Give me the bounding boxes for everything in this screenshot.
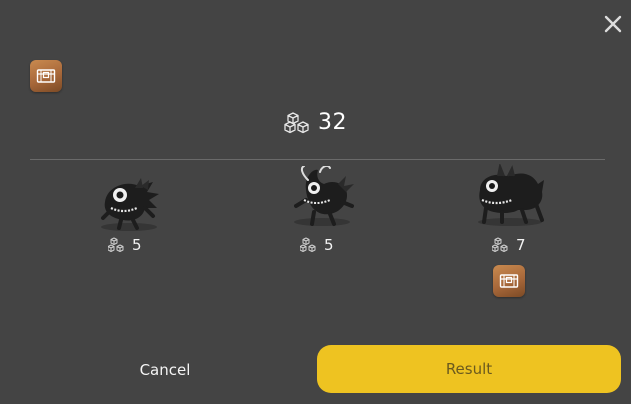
monster-3-cost: 7: [492, 236, 526, 254]
divider: [30, 159, 605, 160]
monster-1-cost: 5: [108, 236, 142, 254]
dialog: 32 5 5 7 Cancel Result: [0, 0, 631, 404]
monster-1-cost-value: 5: [132, 236, 142, 254]
close-icon: [604, 15, 622, 33]
cancel-button[interactable]: Cancel: [110, 354, 220, 386]
cubes-icon: [300, 237, 316, 252]
cubes-icon: [284, 111, 312, 135]
cubes-icon: [492, 237, 508, 252]
total-cubes: 32: [0, 110, 631, 135]
result-button[interactable]: Result: [317, 345, 621, 393]
monster-2-cost: 5: [300, 236, 334, 254]
monster-3-cost-value: 7: [516, 236, 526, 254]
chest-icon: [499, 274, 519, 288]
monster-1[interactable]: [93, 172, 173, 236]
chest-badge-top: [30, 60, 62, 92]
monster-3-chest-badge: [493, 265, 525, 297]
chest-icon: [36, 69, 56, 83]
close-button[interactable]: [601, 12, 625, 36]
monster-3[interactable]: [472, 164, 552, 228]
monster-2-cost-value: 5: [324, 236, 334, 254]
total-value: 32: [318, 110, 347, 135]
monster-2[interactable]: [284, 166, 364, 230]
cubes-icon: [108, 237, 124, 252]
